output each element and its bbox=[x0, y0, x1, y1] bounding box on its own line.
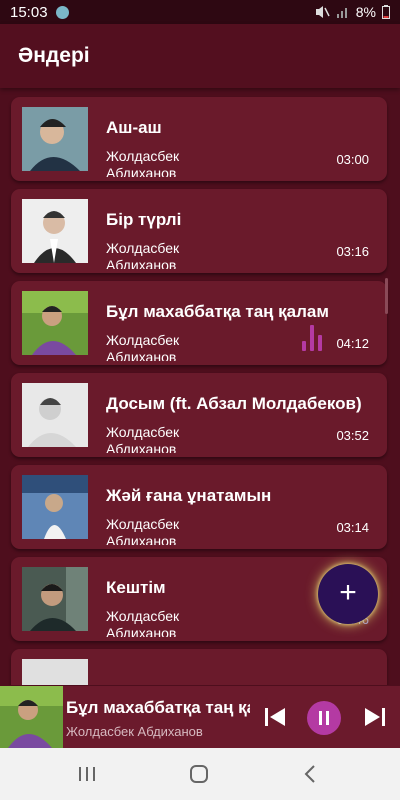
now-playing-art bbox=[0, 686, 63, 748]
album-art bbox=[22, 199, 88, 263]
whatsapp-icon bbox=[55, 5, 69, 19]
song-duration: 03:16 bbox=[336, 244, 369, 259]
album-art bbox=[22, 291, 88, 355]
song-artist: Жолдасбек Абдиханов bbox=[106, 332, 180, 361]
previous-icon[interactable] bbox=[262, 704, 288, 730]
song-card[interactable]: Аш-аш Жолдасбек Абдиханов 03:00 bbox=[11, 97, 387, 181]
mute-icon bbox=[315, 6, 330, 18]
now-playing-artist: Жолдасбек Абдиханов bbox=[66, 724, 203, 739]
song-artist: Жолдасбек Абдиханов bbox=[106, 148, 180, 177]
status-time: 15:03 bbox=[10, 3, 48, 21]
equalizer-icon bbox=[302, 325, 326, 351]
home-icon[interactable] bbox=[186, 762, 212, 786]
next-icon[interactable] bbox=[362, 704, 388, 730]
album-art bbox=[22, 475, 88, 539]
song-duration: 04:12 bbox=[336, 336, 369, 351]
album-art bbox=[22, 659, 88, 685]
song-card-playing[interactable]: Бұл махаббатқа таң қалам Жолдасбек Абдих… bbox=[11, 281, 387, 365]
song-title: Жәй ғана ұнатамын bbox=[106, 486, 272, 505]
album-art bbox=[22, 383, 88, 447]
mini-player[interactable]: Бұл махаббатқа таң қалам Жолдасбек Абдих… bbox=[0, 686, 400, 748]
battery-icon bbox=[382, 5, 390, 19]
song-title: Бір түрлі bbox=[106, 210, 182, 229]
page-title: Әндері bbox=[18, 44, 90, 67]
song-card[interactable]: Бір түрлі Жолдасбек Абдиханов 03:16 bbox=[11, 189, 387, 273]
battery-percent: 8% bbox=[355, 4, 376, 20]
song-duration: 03:14 bbox=[336, 520, 369, 535]
app-bar: Әндері bbox=[0, 24, 400, 88]
now-playing-title: Бұл махаббатқа таң қалам bbox=[66, 698, 250, 717]
recents-icon[interactable] bbox=[74, 762, 100, 786]
song-card[interactable]: Досым (ft. Абзал Молдабеков) Жолдасбек А… bbox=[11, 373, 387, 457]
pause-button[interactable] bbox=[307, 701, 341, 735]
song-artist: Жолдасбек Абдиханов bbox=[106, 516, 180, 545]
song-artist: Жолдасбек Абдиханов bbox=[106, 424, 180, 453]
signal-icon bbox=[336, 8, 347, 18]
song-artist: Жолдасбек Абдиханов bbox=[106, 240, 180, 269]
song-duration: 03:00 bbox=[336, 152, 369, 167]
song-title: Досым (ft. Абзал Молдабеков) bbox=[106, 394, 362, 413]
back-icon[interactable] bbox=[298, 762, 324, 786]
add-button[interactable]: + bbox=[318, 564, 378, 624]
song-artist: Жолдасбек Абдиханов bbox=[106, 608, 180, 637]
song-title: Аш-аш bbox=[106, 118, 162, 137]
song-title: Кештім bbox=[106, 578, 166, 597]
status-bar: 15:03 8% bbox=[0, 0, 400, 24]
song-title: Бұл махаббатқа таң қалам bbox=[106, 302, 329, 321]
song-card[interactable] bbox=[11, 649, 387, 685]
album-art bbox=[22, 567, 88, 631]
pause-icon bbox=[319, 711, 329, 725]
song-duration: 03:52 bbox=[336, 428, 369, 443]
system-nav-bar bbox=[0, 748, 400, 800]
song-card[interactable]: Жәй ғана ұнатамын Жолдасбек Абдиханов 03… bbox=[11, 465, 387, 549]
album-art bbox=[22, 107, 88, 171]
scrollbar-thumb[interactable] bbox=[385, 278, 388, 314]
